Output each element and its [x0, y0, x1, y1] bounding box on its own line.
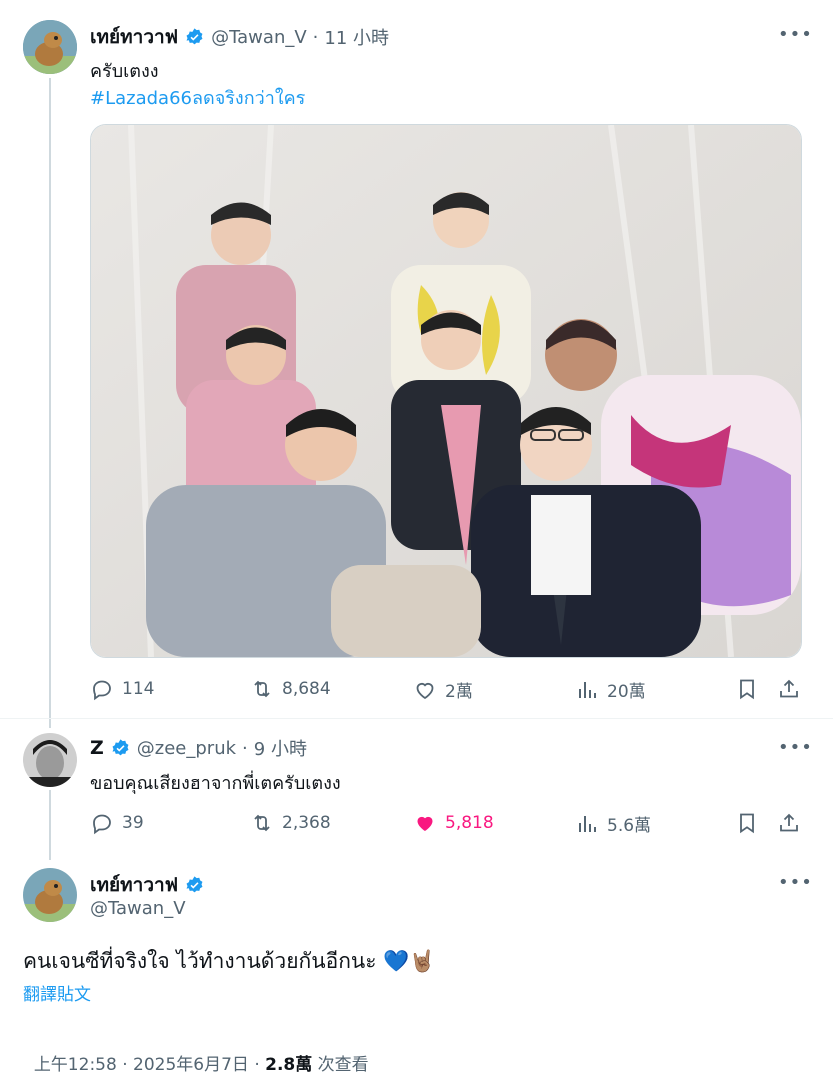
tweet-timestamp[interactable]: 上午12:58 · 2025年6月7日 ·	[34, 1055, 265, 1075]
reply-icon	[93, 814, 111, 835]
thread-line	[49, 78, 51, 728]
group-photo-image	[91, 125, 801, 657]
retweet-count: 2,368	[282, 813, 331, 833]
like-icon	[417, 816, 433, 831]
user-handle[interactable]: @Tawan_V	[211, 27, 307, 48]
views-icon	[579, 815, 596, 832]
thread-line	[49, 790, 51, 860]
tweet-text: ขอบคุณเสียงฮาจากพี่เตครับเตงง	[90, 773, 341, 794]
like-button[interactable]: 5,818	[413, 811, 494, 835]
tweet-time[interactable]: 9 小時	[254, 735, 307, 761]
translate-link[interactable]: 翻譯貼文	[23, 980, 91, 1005]
separator: ·	[242, 737, 248, 759]
avatar[interactable]	[23, 20, 77, 74]
verified-icon	[186, 27, 203, 44]
views-count: 2.8萬	[265, 1055, 313, 1075]
avatar[interactable]	[23, 868, 77, 922]
bookmark-icon[interactable]	[735, 811, 759, 835]
user-handle[interactable]: @zee_pruk	[137, 738, 236, 759]
like-button[interactable]: 2萬	[413, 677, 473, 702]
tweet-text: ครับเตงง	[90, 61, 159, 82]
display-name[interactable]: เทย์ทาวาฟ	[90, 22, 178, 52]
reply-count: 39	[122, 813, 144, 833]
reply-button[interactable]: 39	[90, 811, 144, 835]
like-icon	[416, 682, 434, 699]
retweet-count: 8,684	[282, 679, 331, 699]
more-icon[interactable]: •••	[778, 737, 813, 758]
display-name[interactable]: Z	[90, 737, 104, 759]
views-count: 5.6萬	[607, 816, 652, 836]
share-icon[interactable]	[777, 677, 801, 701]
reply-count: 114	[122, 679, 155, 699]
views-button[interactable]: 20萬	[575, 677, 646, 702]
divider	[0, 718, 833, 719]
reply-button[interactable]: 114	[90, 677, 154, 701]
like-count: 2萬	[445, 682, 473, 702]
verified-icon	[186, 875, 203, 892]
hashtag-link[interactable]: #Lazada66ลดจริงกว่าใคร	[90, 83, 305, 112]
retweet-icon	[254, 680, 270, 698]
retweet-icon	[254, 814, 270, 832]
display-name[interactable]: เทย์ทาวาฟ	[90, 870, 178, 900]
like-count: 5,818	[445, 813, 494, 833]
bookmark-icon[interactable]	[735, 677, 759, 701]
tweet-time[interactable]: 11 小時	[324, 24, 389, 50]
avatar[interactable]	[23, 733, 77, 787]
views-icon	[579, 681, 596, 698]
verified-icon	[112, 738, 129, 755]
views-count: 20萬	[607, 682, 646, 702]
views-button[interactable]: 5.6萬	[575, 811, 651, 836]
user-handle[interactable]: @Tawan_V	[90, 898, 186, 919]
views-label: 次查看	[312, 1055, 369, 1075]
reply-icon	[93, 680, 111, 701]
more-icon[interactable]: •••	[778, 872, 813, 893]
tweet-text: คนเจนซีที่จริงใจ ไว้ทำงานด้วยกันอีกนะ 💙🤘…	[23, 949, 436, 973]
tweet-photo[interactable]	[90, 124, 802, 658]
more-icon[interactable]: •••	[778, 24, 813, 45]
retweet-button[interactable]: 2,368	[250, 811, 331, 835]
share-icon[interactable]	[777, 811, 801, 835]
separator: ·	[312, 26, 319, 48]
retweet-button[interactable]: 8,684	[250, 677, 331, 701]
